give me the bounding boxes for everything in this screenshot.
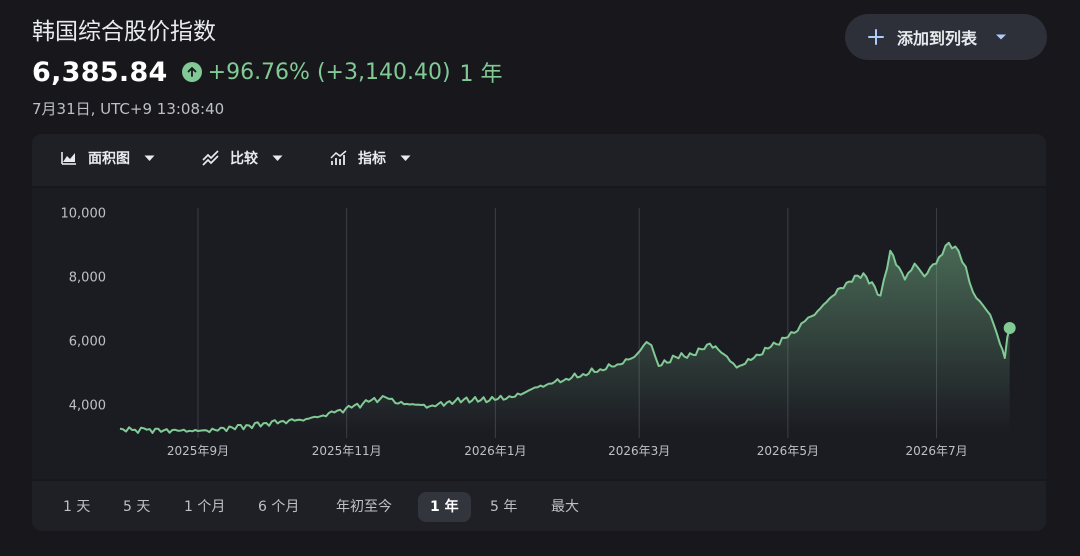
compare-dropdown[interactable]: 比较 xyxy=(202,148,283,168)
indicators-label: 指标 xyxy=(358,151,386,167)
area-chart-icon xyxy=(61,152,76,165)
add-to-list-button[interactable]: 添加到列表 xyxy=(845,14,1047,60)
quote-timestamp: 7月31日, UTC+9 13:08:40 xyxy=(32,100,225,118)
range-5-years[interactable]: 5 年 xyxy=(478,492,529,522)
compare-icon xyxy=(202,150,219,166)
chart-toolbar: 面积图 比较 指标 xyxy=(32,134,1046,186)
change-period: 1 年 xyxy=(459,62,503,87)
compare-label: 比较 xyxy=(230,151,258,167)
current-price: 6,385.84 xyxy=(32,56,168,88)
chart-type-label: 面积图 xyxy=(88,151,130,167)
time-range-selector: 1 天 5 天 1 个月 6 个月 年初至今 1 年 5 年 最大 xyxy=(32,481,1046,531)
y-tick-label: 10,000 xyxy=(61,206,107,221)
y-tick-label: 6,000 xyxy=(69,334,106,349)
x-tick-label: 2025年9月 xyxy=(167,444,229,458)
price-chart[interactable]: 2025年9月 2025年11月 2026年1月 2026年3月 2026年5月 2026… xyxy=(32,188,1046,479)
last-price-marker xyxy=(1003,322,1016,335)
chevron-down-icon xyxy=(400,155,411,161)
page-title: 韩国综合股价指数 xyxy=(32,19,216,45)
range-5-days[interactable]: 5 天 xyxy=(111,492,162,522)
range-1-month[interactable]: 1 个月 xyxy=(172,492,237,522)
x-tick-label: 2026年5月 xyxy=(757,444,819,458)
range-1-year[interactable]: 1 年 xyxy=(418,492,471,522)
x-tick-label: 2026年1月 xyxy=(464,444,526,458)
indicators-icon xyxy=(330,150,347,165)
add-to-list-label: 添加到列表 xyxy=(897,29,978,48)
range-6-months[interactable]: 6 个月 xyxy=(246,492,311,522)
stock-quote-page: 韩国综合股价指数 6,385.84 +96.76% (+3,140.40) 1 … xyxy=(0,0,1080,556)
range-1-day[interactable]: 1 天 xyxy=(51,492,102,522)
plus-icon xyxy=(868,29,884,45)
price-chart-svg: 2025年9月 2025年11月 2026年1月 2026年3月 2026年5月 2026… xyxy=(61,206,1016,458)
price-area-fill xyxy=(120,242,1010,433)
x-tick-label: 2026年3月 xyxy=(608,444,670,458)
price-change: +96.76% (+3,140.40) xyxy=(207,59,451,85)
y-tick-label: 4,000 xyxy=(69,398,106,413)
price-row: 6,385.84 +96.76% (+3,140.40) 1 年 xyxy=(32,56,503,88)
x-tick-label: 2026年7月 xyxy=(905,444,967,458)
chevron-down-icon xyxy=(996,34,1007,40)
range-max[interactable]: 最大 xyxy=(539,492,591,522)
y-tick-label: 8,000 xyxy=(69,270,106,285)
range-ytd[interactable]: 年初至今 xyxy=(324,492,404,522)
chart-type-dropdown[interactable]: 面积图 xyxy=(60,148,155,168)
chevron-down-icon xyxy=(144,155,155,161)
x-tick-label: 2025年11月 xyxy=(312,444,382,458)
chevron-down-icon xyxy=(272,155,283,161)
indicators-dropdown[interactable]: 指标 xyxy=(330,148,411,168)
arrow-up-icon xyxy=(181,62,202,82)
